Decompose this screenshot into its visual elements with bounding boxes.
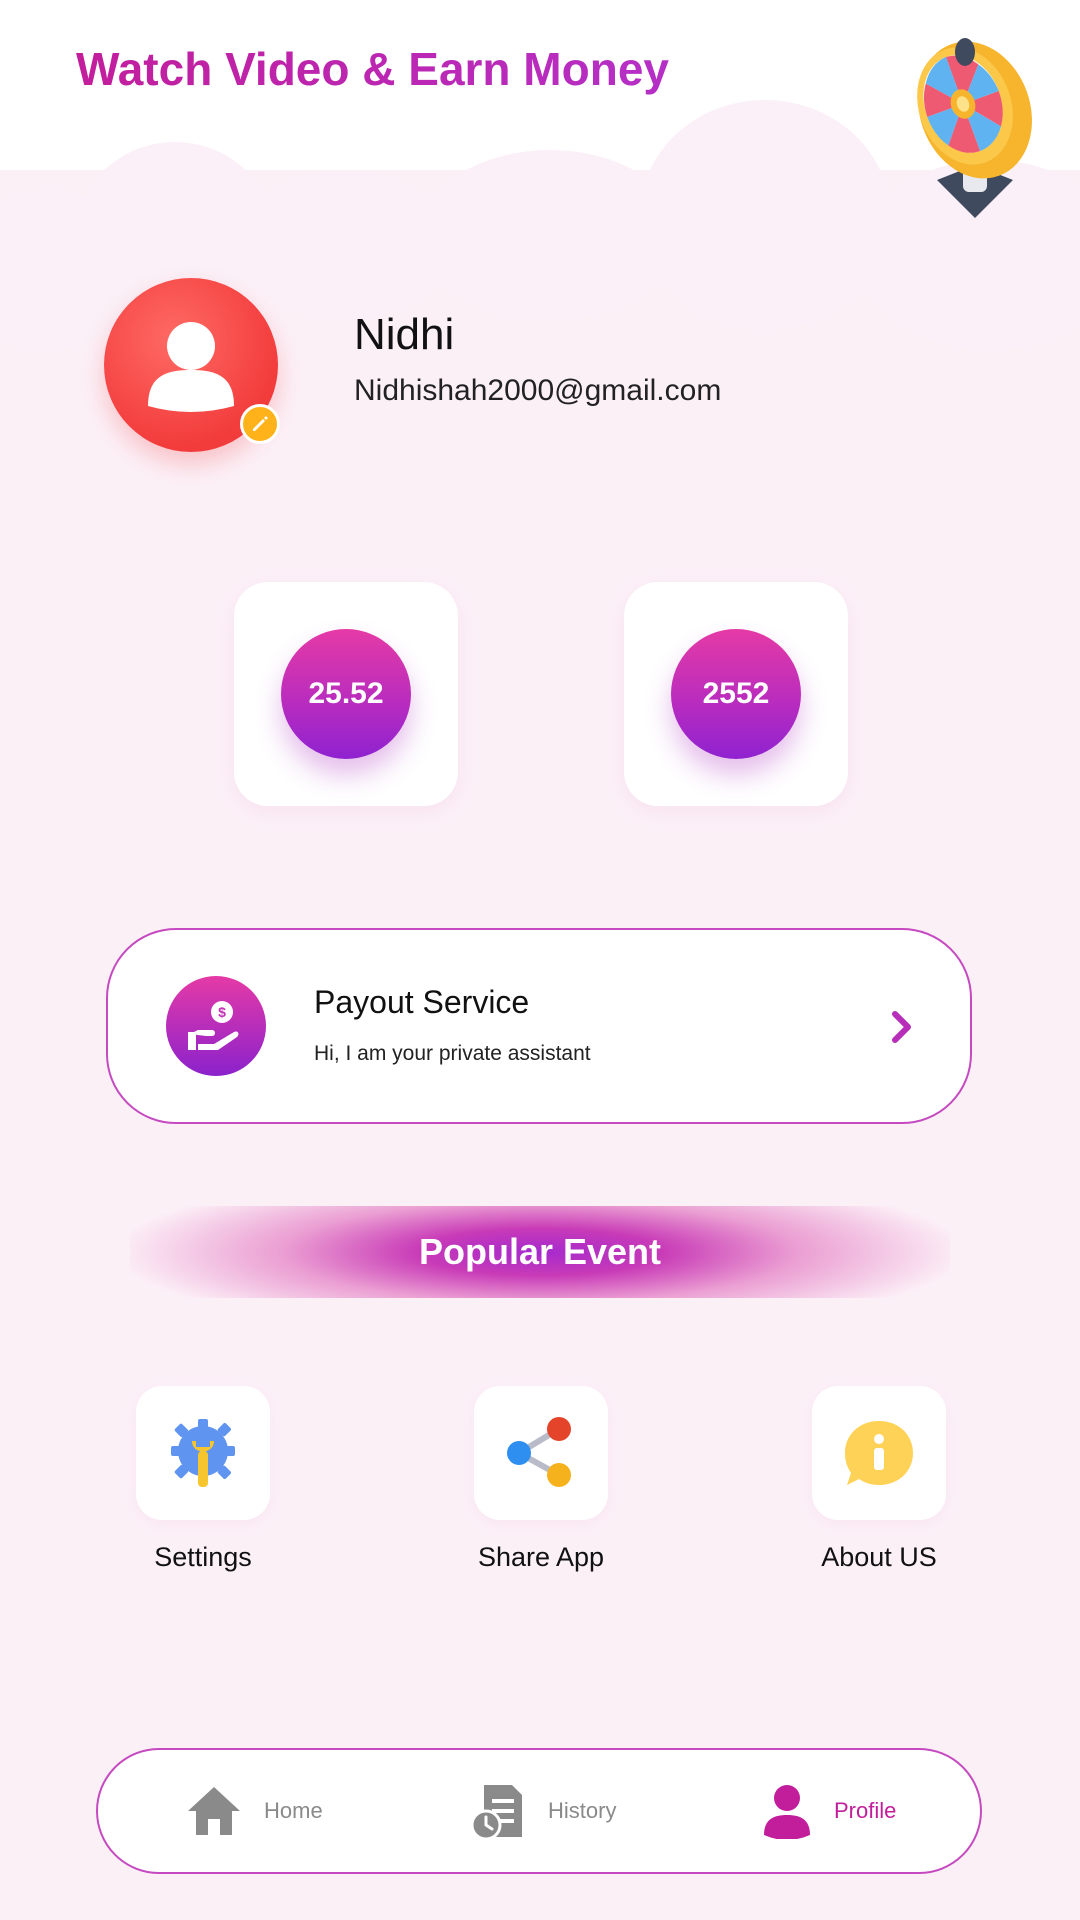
share-icon [474,1386,608,1520]
share-app-label: Share App [477,1542,605,1572]
hand-money-icon: $ [166,976,266,1076]
coins-card[interactable]: 2552 [624,582,848,806]
nav-history[interactable]: History [470,1750,616,1872]
popular-event-banner[interactable]: Popular Event [130,1206,950,1298]
gear-wrench-icon [136,1386,270,1520]
app-title: Watch Video & Earn Money [76,43,669,95]
share-app-button[interactable]: Share App [474,1386,608,1572]
popular-event-label: Popular Event [418,1231,662,1272]
nav-home[interactable]: Home [186,1750,323,1872]
user-name: Nidhi [354,310,455,359]
history-icon [470,1785,522,1839]
balance-value: 25.52 [281,629,411,759]
nav-profile-label: Profile [834,1798,897,1823]
balance-card[interactable]: 25.52 [234,582,458,806]
about-us-button[interactable]: About US [812,1386,946,1572]
home-icon [188,1787,240,1835]
nav-home-label: Home [264,1798,323,1823]
payout-subtitle: Hi, I am your private assistant [314,1042,591,1065]
cloud-shape [640,100,890,330]
pencil-icon[interactable] [240,404,280,444]
spin-wheel-icon[interactable] [905,20,1045,220]
profile-icon [764,1785,810,1839]
info-bubble-icon [812,1386,946,1520]
nav-history-label: History [548,1798,617,1823]
settings-label: Settings [154,1542,252,1572]
settings-button[interactable]: Settings [136,1386,270,1572]
chevron-right-icon [892,1011,911,1043]
payout-service-card[interactable]: $ Payout Service Hi, I am your private a… [106,928,972,1124]
user-email: Nidhishah2000@gmail.com [354,374,722,407]
about-us-label: About US [821,1542,937,1572]
coins-value: 2552 [671,629,801,759]
payout-title: Payout Service [314,984,530,1020]
nav-profile[interactable]: Profile [762,1750,896,1872]
bottom-nav: Home History Profile [96,1748,982,1874]
svg-text:$: $ [218,1004,226,1020]
